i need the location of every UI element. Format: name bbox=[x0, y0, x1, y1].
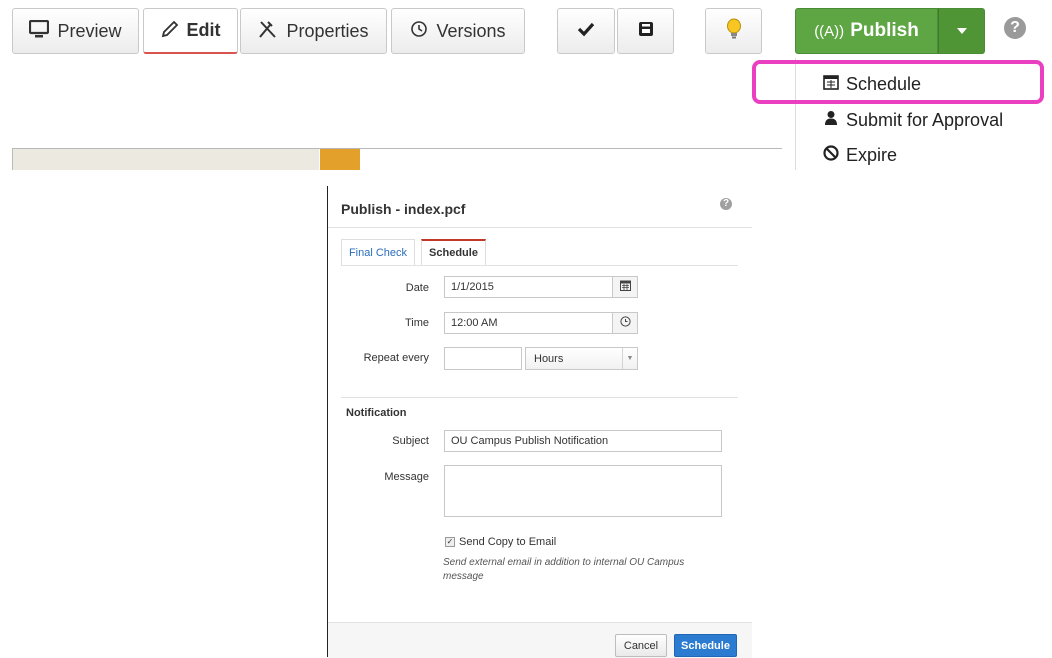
page-accent-block bbox=[320, 149, 360, 170]
tab-final-check[interactable]: Final Check bbox=[341, 239, 415, 266]
edit-button[interactable]: Edit bbox=[143, 8, 238, 54]
lightbulb-icon bbox=[726, 18, 742, 44]
date-label: Date bbox=[405, 282, 429, 294]
date-input[interactable]: 1/1/2015 bbox=[444, 276, 613, 298]
menu-item-expire[interactable]: Expire bbox=[822, 145, 897, 166]
help-icon[interactable]: ? bbox=[720, 198, 732, 210]
checkmark-icon bbox=[577, 21, 595, 41]
history-icon bbox=[410, 20, 428, 42]
publish-button[interactable]: ((A)) Publish bbox=[795, 8, 938, 54]
select-arrow-icon: ▼ bbox=[622, 348, 637, 369]
properties-button[interactable]: Properties bbox=[240, 8, 387, 54]
repeat-interval-input[interactable] bbox=[444, 347, 522, 370]
menu-item-label: Submit for Approval bbox=[846, 110, 1004, 130]
save-button[interactable] bbox=[617, 8, 674, 54]
section-divider bbox=[341, 397, 738, 398]
properties-label: Properties bbox=[286, 20, 369, 41]
preview-button[interactable]: Preview bbox=[12, 8, 139, 54]
message-label: Message bbox=[384, 471, 429, 483]
tabs-divider bbox=[341, 265, 738, 266]
dialog-title: Publish - index.pcf bbox=[341, 201, 466, 217]
repeat-unit-value: Hours bbox=[534, 352, 564, 365]
calendar-picker-button[interactable] bbox=[612, 276, 638, 298]
send-copy-checkbox[interactable]: ✓ bbox=[445, 537, 455, 547]
monitor-icon bbox=[29, 19, 50, 42]
check-button[interactable] bbox=[557, 8, 615, 54]
menu-item-submit-approval[interactable]: Submit for Approval bbox=[822, 110, 1003, 131]
tab-schedule[interactable]: Schedule bbox=[421, 239, 486, 266]
menu-item-label: Expire bbox=[846, 145, 898, 165]
schedule-highlight-box bbox=[752, 60, 1044, 104]
tools-icon bbox=[258, 20, 278, 42]
message-textarea[interactable] bbox=[444, 465, 722, 517]
versions-button[interactable]: Versions bbox=[391, 8, 525, 54]
publish-dropdown-toggle[interactable] bbox=[938, 8, 985, 54]
broadcast-icon: ((A)) bbox=[814, 22, 845, 40]
user-icon bbox=[822, 110, 840, 131]
subject-label: Subject bbox=[392, 435, 429, 447]
repeat-label: Repeat every bbox=[363, 352, 429, 364]
save-icon bbox=[638, 21, 654, 41]
time-input[interactable]: 12:00 AM bbox=[444, 312, 613, 334]
publish-label: Publish bbox=[850, 20, 919, 41]
ban-icon bbox=[822, 145, 840, 166]
lightbulb-button[interactable] bbox=[705, 8, 762, 54]
send-copy-help-text: Send external email in addition to inter… bbox=[443, 557, 685, 582]
repeat-unit-select[interactable]: Hours ▼ bbox=[525, 347, 638, 370]
page-region bbox=[12, 149, 319, 170]
schedule-button[interactable]: Schedule bbox=[674, 634, 737, 657]
time-label: Time bbox=[404, 317, 429, 329]
chevron-down-icon bbox=[956, 28, 967, 34]
cancel-button[interactable]: Cancel bbox=[615, 634, 667, 657]
edit-label: Edit bbox=[186, 20, 221, 40]
preview-label: Preview bbox=[57, 20, 122, 41]
versions-label: Versions bbox=[436, 20, 506, 41]
subject-input[interactable]: OU Campus Publish Notification bbox=[444, 430, 722, 452]
notification-heading: Notification bbox=[346, 407, 407, 419]
pencil-icon bbox=[161, 20, 179, 42]
time-picker-button[interactable] bbox=[612, 312, 638, 334]
send-copy-label: Send Copy to Email bbox=[459, 536, 557, 548]
clock-icon bbox=[619, 316, 631, 330]
help-icon[interactable]: ? bbox=[1004, 17, 1026, 39]
dialog-header-divider bbox=[328, 227, 752, 228]
calendar-icon bbox=[619, 280, 631, 294]
